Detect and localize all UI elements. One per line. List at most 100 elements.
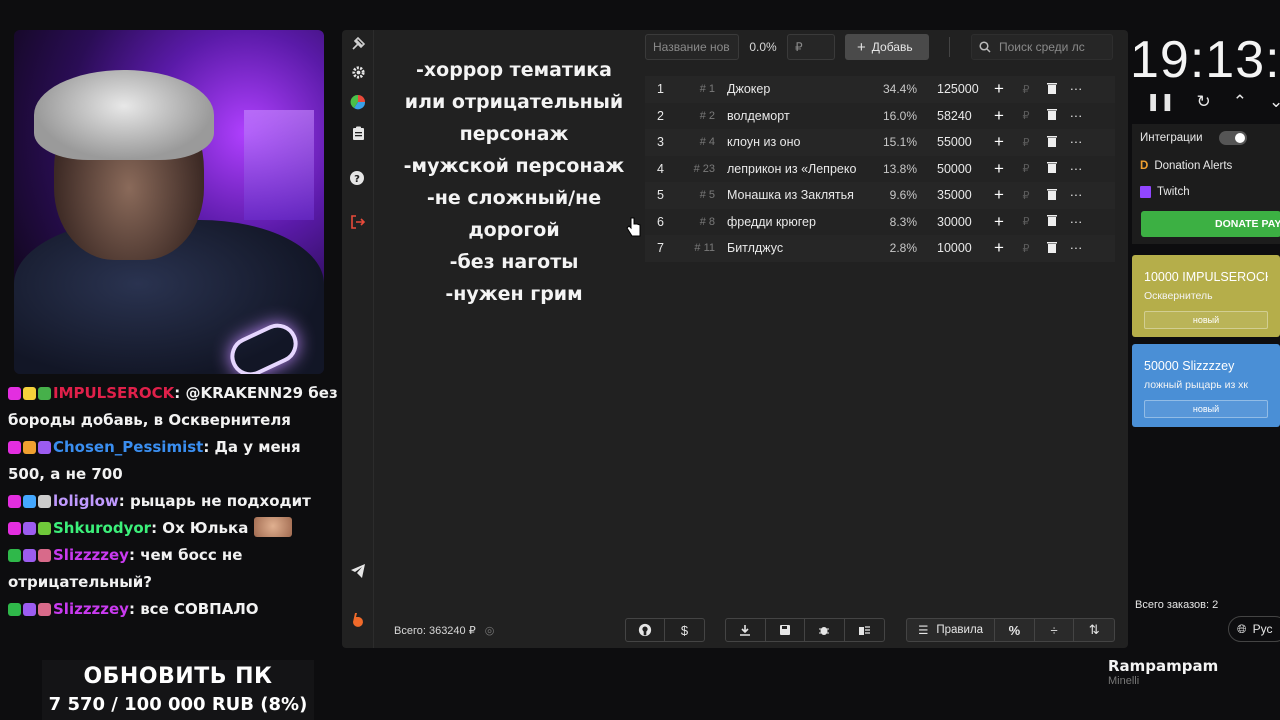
chat-username: loliglow [53,492,119,510]
chevron-up-icon[interactable]: ⌃ [1233,92,1247,114]
lot-name-input[interactable]: Название нов [645,34,739,60]
table-row: 4 # 23 леприкон из «Лепреко 13.8% 50000 … [645,155,1115,182]
clear-list-icon[interactable] [845,619,884,641]
logout-icon[interactable] [346,210,370,234]
add-lot-button[interactable]: + Добавь [845,34,929,60]
badge-icon [8,495,21,508]
pie-chart-icon[interactable] [346,90,370,114]
help-icon[interactable]: ? [346,166,370,190]
streamer-cap [34,70,214,160]
more-icon[interactable]: ··· [1063,82,1089,96]
ruble-input[interactable]: ₽ [1011,242,1041,255]
lot-name[interactable]: Битлджус [727,241,859,255]
lot-rank: 1 [657,82,664,97]
add-amount-button[interactable]: + [987,212,1011,232]
lot-percent: 34.4% [882,82,917,97]
bug-icon[interactable] [805,619,845,641]
lot-name[interactable]: волдеморт [727,109,859,123]
trash-icon[interactable] [1041,241,1063,256]
ruble-input[interactable]: ₽ [1011,189,1041,202]
lot-name[interactable]: клоун из оно [727,135,859,149]
order-new-button[interactable]: новый [1144,400,1268,418]
lot-percent: 8.3% [889,214,917,229]
globe-icon: 🌐︎ [1237,621,1247,636]
lot-rank: 5 [657,188,664,203]
lot-name[interactable]: Монашка из Заклятья [727,188,859,202]
lot-name[interactable]: Джокер [727,82,859,96]
add-amount-button[interactable]: + [987,238,1011,258]
badge-icon [23,522,36,535]
lot-amount: 10000 [937,241,972,256]
goal-progress-text: 7 570 / 100 000 RUB (8%) [48,694,308,715]
integrations-toggle[interactable] [1218,131,1247,145]
chat-message: Chosen_Pessimist: Да у меня 500, а не 70… [8,434,338,488]
more-icon[interactable]: ··· [1063,215,1089,229]
add-amount-button[interactable]: + [987,132,1011,152]
gear-icon[interactable] [346,60,370,84]
twitch-row[interactable]: Twitch [1140,186,1190,198]
twitch-label: Twitch [1157,186,1190,198]
trash-icon[interactable] [1041,188,1063,203]
badge-icon [23,495,36,508]
add-amount-button[interactable]: + [987,106,1011,126]
language-button[interactable]: 🌐︎ Рус [1228,616,1280,642]
lot-id: # 4 [699,136,715,149]
more-icon[interactable]: ··· [1063,135,1089,149]
auction-app-window: ? -хоррор тематика или отрицательный пер… [342,30,1128,648]
trash-icon[interactable] [1041,82,1063,97]
more-icon[interactable]: ··· [1063,188,1089,202]
trash-icon[interactable] [1041,135,1063,150]
rules-button[interactable]: ☰ Правила [907,619,996,641]
search-input[interactable]: Поиск среди лс [971,34,1113,60]
gavel-icon[interactable] [346,32,370,56]
pause-icon[interactable]: ❚❚ [1146,92,1175,114]
donate-pay-button[interactable]: DONATE PAY [1141,211,1280,237]
links-group: $ [625,618,705,642]
trash-icon[interactable] [1041,161,1063,176]
hide-eye-icon[interactable]: ◎ [485,625,495,637]
save-icon[interactable] [766,619,805,641]
more-icon[interactable]: ··· [1063,109,1089,123]
add-amount-button[interactable]: + [987,185,1011,205]
note-line: дорогой [468,219,560,241]
lot-percent: 16.0% [882,108,917,123]
badge-icon [38,387,51,400]
ruble-input[interactable]: ₽ [1011,215,1041,228]
github-icon[interactable] [626,619,666,641]
clipboard-icon[interactable] [346,121,370,145]
amount-input[interactable]: ₽ [787,34,835,60]
ruble-input[interactable]: ₽ [1011,83,1041,96]
trash-icon[interactable] [1041,108,1063,123]
donation-goal-banner: ОБНОВИТЬ ПК 7 570 / 100 000 RUB (8%) [42,660,314,720]
lot-amount: 30000 [937,214,972,229]
lot-name[interactable]: леприкон из «Лепреко [727,162,859,176]
integrations-toggle-row: Интеграции [1140,131,1247,145]
trash-icon[interactable] [1041,214,1063,229]
sort-icon[interactable]: ⇅ [1074,619,1114,641]
add-amount-button[interactable]: + [987,79,1011,99]
more-icon[interactable]: ··· [1063,162,1089,176]
download-icon[interactable] [726,619,766,641]
dollar-icon[interactable]: $ [665,619,704,641]
lot-name[interactable]: фредди крюгер [727,215,859,229]
more-icon[interactable]: ··· [1063,241,1089,255]
add-amount-button[interactable]: + [987,159,1011,179]
chat-text: : все СОВПАЛО [128,600,259,618]
chat-username: Slizzzzey [53,600,129,618]
table-row: 6 # 8 фредди крюгер 8.3% 30000 + ₽ ··· [645,208,1115,235]
file-actions-group [725,618,885,642]
align-center-icon[interactable]: ÷ [1035,619,1075,641]
chevron-down-icon[interactable]: ⌄ [1269,92,1280,114]
order-new-button[interactable]: новый [1144,311,1268,329]
ruble-input[interactable]: ₽ [1011,162,1041,175]
telegram-icon[interactable] [346,559,370,583]
reset-icon[interactable]: ↻ [1197,92,1211,114]
order-card: 50000 Slizzzzey ложный рыцарь из хк новы… [1132,344,1280,427]
ruble-input[interactable]: ₽ [1011,109,1041,122]
badge-icon [8,549,21,562]
percent-icon[interactable]: % [995,619,1035,641]
badge-icon [23,387,36,400]
donation-alerts-row[interactable]: D Donation Alerts [1140,160,1232,172]
ruble-input[interactable]: ₽ [1011,136,1041,149]
boosty-icon[interactable] [346,608,370,632]
